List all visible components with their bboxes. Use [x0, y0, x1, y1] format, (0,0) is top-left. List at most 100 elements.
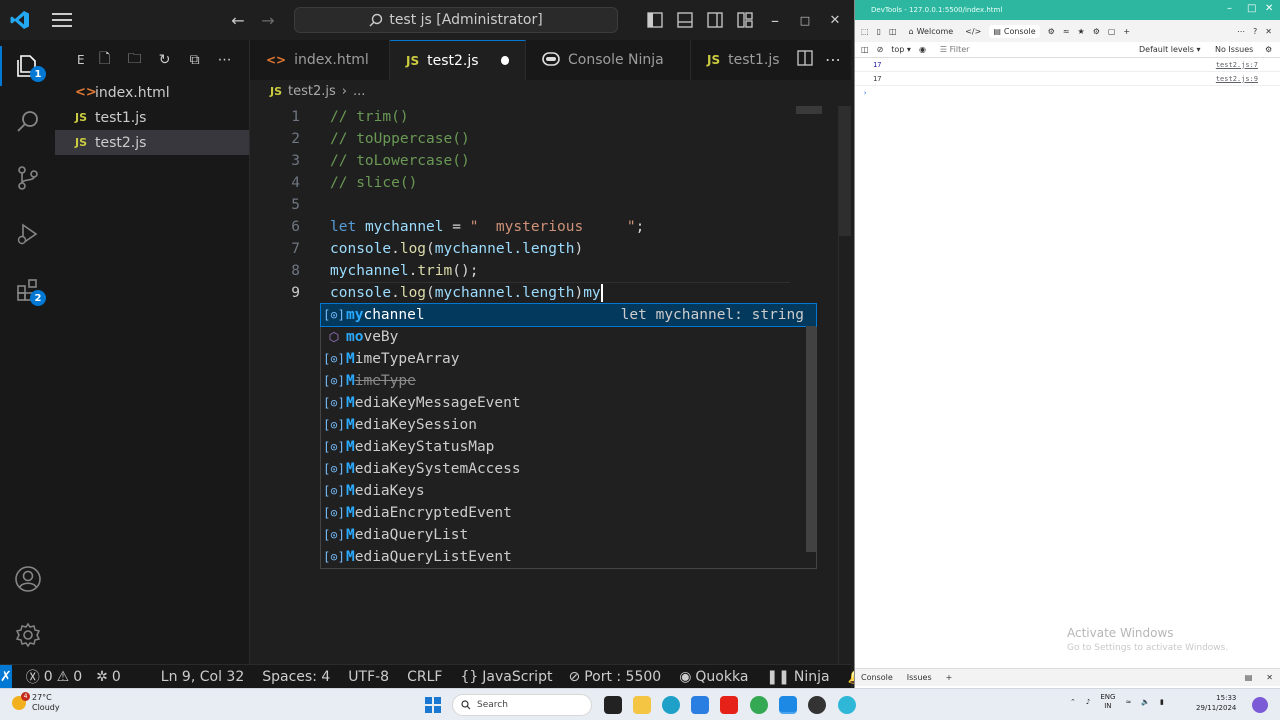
- run-debug-icon[interactable]: [8, 214, 48, 254]
- drawer-tab-console[interactable]: Console: [861, 673, 893, 682]
- start-button-icon[interactable]: [425, 697, 441, 713]
- log-source-link[interactable]: test2.js:7: [1216, 61, 1258, 69]
- file-explorer-icon[interactable]: [633, 696, 651, 714]
- encoding[interactable]: UTF-8: [348, 669, 389, 685]
- collapse-all-icon[interactable]: ⧉: [185, 50, 205, 70]
- forward-arrow-icon[interactable]: →: [256, 8, 280, 32]
- clear-console-icon[interactable]: ⊘: [877, 45, 884, 54]
- unsaved-dot-icon[interactable]: [500, 56, 509, 65]
- close-icon[interactable]: ✕: [1266, 673, 1273, 682]
- tab-console-ninja[interactable]: Console Ninja: [526, 40, 691, 80]
- tab-welcome[interactable]: ⌂ Welcome: [905, 25, 958, 38]
- suggest-scrollbar[interactable]: [806, 326, 816, 552]
- taskbar-search[interactable]: Search: [452, 694, 592, 716]
- chevron-up-icon[interactable]: ⌃: [1070, 698, 1076, 706]
- quokka-status[interactable]: ◉ Quokka: [679, 669, 748, 685]
- suggestion-item[interactable]: [⊙] MimeTypeArray: [321, 348, 816, 370]
- suggestion-item[interactable]: [⊙] MediaKeySession: [321, 414, 816, 436]
- search-icon[interactable]: [8, 102, 48, 142]
- task-view-icon[interactable]: [604, 696, 622, 714]
- application-icon[interactable]: ▢: [1108, 27, 1116, 36]
- sidebar-toggle-icon[interactable]: ◫: [861, 45, 869, 54]
- more-actions-icon[interactable]: ⋯: [825, 50, 841, 70]
- copilot-icon[interactable]: [1252, 697, 1268, 713]
- new-folder-icon[interactable]: 🗀: [125, 50, 145, 70]
- performance-icon[interactable]: ★: [1078, 27, 1085, 36]
- cursor-position[interactable]: Ln 9, Col 32: [161, 669, 244, 685]
- suggestion-item[interactable]: [⊙] MediaKeyMessageEvent: [321, 392, 816, 414]
- sources-icon[interactable]: ⚙: [1048, 27, 1055, 36]
- suggestion-item[interactable]: [⊙] my channel let mychannel: string: [320, 303, 817, 327]
- explorer-icon[interactable]: 1: [0, 46, 48, 86]
- more-actions-icon[interactable]: ⋯: [1237, 27, 1245, 36]
- ninja-status[interactable]: ❚❚ Ninja: [766, 669, 829, 685]
- refresh-icon[interactable]: ↻: [155, 50, 175, 70]
- language-mode[interactable]: {} JavaScript: [460, 669, 552, 685]
- store-icon[interactable]: [691, 696, 709, 714]
- add-tab-icon[interactable]: +: [1123, 27, 1130, 36]
- toggle-sidebar-icon[interactable]: [643, 8, 667, 32]
- help-icon[interactable]: ?: [1253, 27, 1257, 36]
- close-icon[interactable]: ✕: [1265, 3, 1273, 14]
- vscode-taskbar-icon[interactable]: [779, 696, 797, 714]
- suggestion-item[interactable]: [⊙] MediaQueryListEvent: [321, 546, 816, 568]
- context-selector[interactable]: top ▾: [891, 45, 911, 54]
- tab-index-html[interactable]: <> index.html: [250, 40, 390, 80]
- tab-test1-js[interactable]: JS test1.js: [691, 40, 787, 80]
- customize-layout-icon[interactable]: [733, 8, 757, 32]
- sidebar-toggle-icon[interactable]: ◫: [889, 27, 897, 36]
- suggestion-item[interactable]: [⊙] MediaKeys: [321, 480, 816, 502]
- minimize-icon[interactable]: –: [763, 8, 787, 32]
- minimize-icon[interactable]: –: [1227, 3, 1232, 14]
- filter-input[interactable]: ☰ Filter: [940, 45, 970, 54]
- suggestion-item[interactable]: [⊙] MediaKeySystemAccess: [321, 458, 816, 480]
- remote-indicator-icon[interactable]: ✗: [0, 664, 12, 689]
- log-levels-select[interactable]: Default levels ▾: [1139, 45, 1201, 54]
- source-control-icon[interactable]: [8, 158, 48, 198]
- youtube-icon[interactable]: [720, 696, 738, 714]
- file-item-test2-js[interactable]: JS test2.js: [55, 130, 249, 155]
- indentation[interactable]: Spaces: 4: [262, 669, 330, 685]
- back-arrow-icon[interactable]: ←: [226, 8, 250, 32]
- new-file-icon[interactable]: 🗋: [95, 50, 115, 70]
- close-icon[interactable]: ✕: [1265, 27, 1272, 36]
- drawer-tab-issues[interactable]: Issues: [907, 673, 932, 682]
- account-icon[interactable]: [8, 559, 48, 599]
- settings-gear-icon[interactable]: ⚙: [1093, 27, 1100, 36]
- chrome-icon[interactable]: [750, 696, 768, 714]
- close-icon[interactable]: ✕: [823, 8, 847, 32]
- maximize-icon[interactable]: □: [793, 8, 817, 32]
- eye-icon[interactable]: ◉: [919, 45, 926, 54]
- console-prompt[interactable]: ›: [855, 86, 1280, 100]
- settings-gear-icon[interactable]: ⚙: [1265, 45, 1272, 54]
- tab-console[interactable]: ▤ Console: [989, 24, 1040, 38]
- suggestion-item[interactable]: [⊙] MediaKeyStatusMap: [321, 436, 816, 458]
- weather-widget[interactable]: 4 27°C Cloudy: [12, 692, 60, 713]
- network-icon[interactable]: ≈: [1063, 27, 1070, 36]
- elements-icon[interactable]: </>: [965, 27, 981, 36]
- issues-counter[interactable]: No Issues: [1215, 45, 1253, 54]
- menu-icon[interactable]: [50, 8, 74, 32]
- end-of-line[interactable]: CRLF: [407, 669, 442, 685]
- maximize-icon[interactable]: □: [1247, 3, 1256, 14]
- tab-test2-js[interactable]: JS test2.js: [390, 40, 526, 80]
- suggestion-item[interactable]: [⊙] MediaQueryList: [321, 524, 816, 546]
- wifi-icon[interactable]: ≈: [1125, 698, 1131, 706]
- dock-icon[interactable]: ▤: [1245, 673, 1253, 682]
- problems-status[interactable]: Ⓧ 0 ⚠ 0: [26, 667, 82, 687]
- minimap[interactable]: [796, 106, 822, 114]
- scrollbar-thumb[interactable]: [839, 106, 851, 236]
- breadcrumb-symbol[interactable]: ...: [353, 84, 365, 99]
- breadcrumb-file[interactable]: test2.js: [288, 84, 336, 99]
- inspect-element-icon[interactable]: ⬚: [861, 27, 869, 36]
- add-tab-icon[interactable]: +: [946, 673, 953, 682]
- microphone-icon[interactable]: ♪: [1086, 698, 1090, 706]
- language-indicator[interactable]: ENG IN: [1100, 693, 1115, 711]
- split-editor-icon[interactable]: [797, 50, 813, 70]
- toggle-secondary-sidebar-icon[interactable]: [703, 8, 727, 32]
- suggestion-item[interactable]: ⬡ mo veBy: [321, 326, 816, 348]
- extensions-icon[interactable]: 2: [8, 270, 48, 310]
- github-desktop-icon[interactable]: [808, 696, 826, 714]
- settings-gear-icon[interactable]: [8, 615, 48, 655]
- command-center[interactable]: test js [Administrator]: [294, 7, 618, 33]
